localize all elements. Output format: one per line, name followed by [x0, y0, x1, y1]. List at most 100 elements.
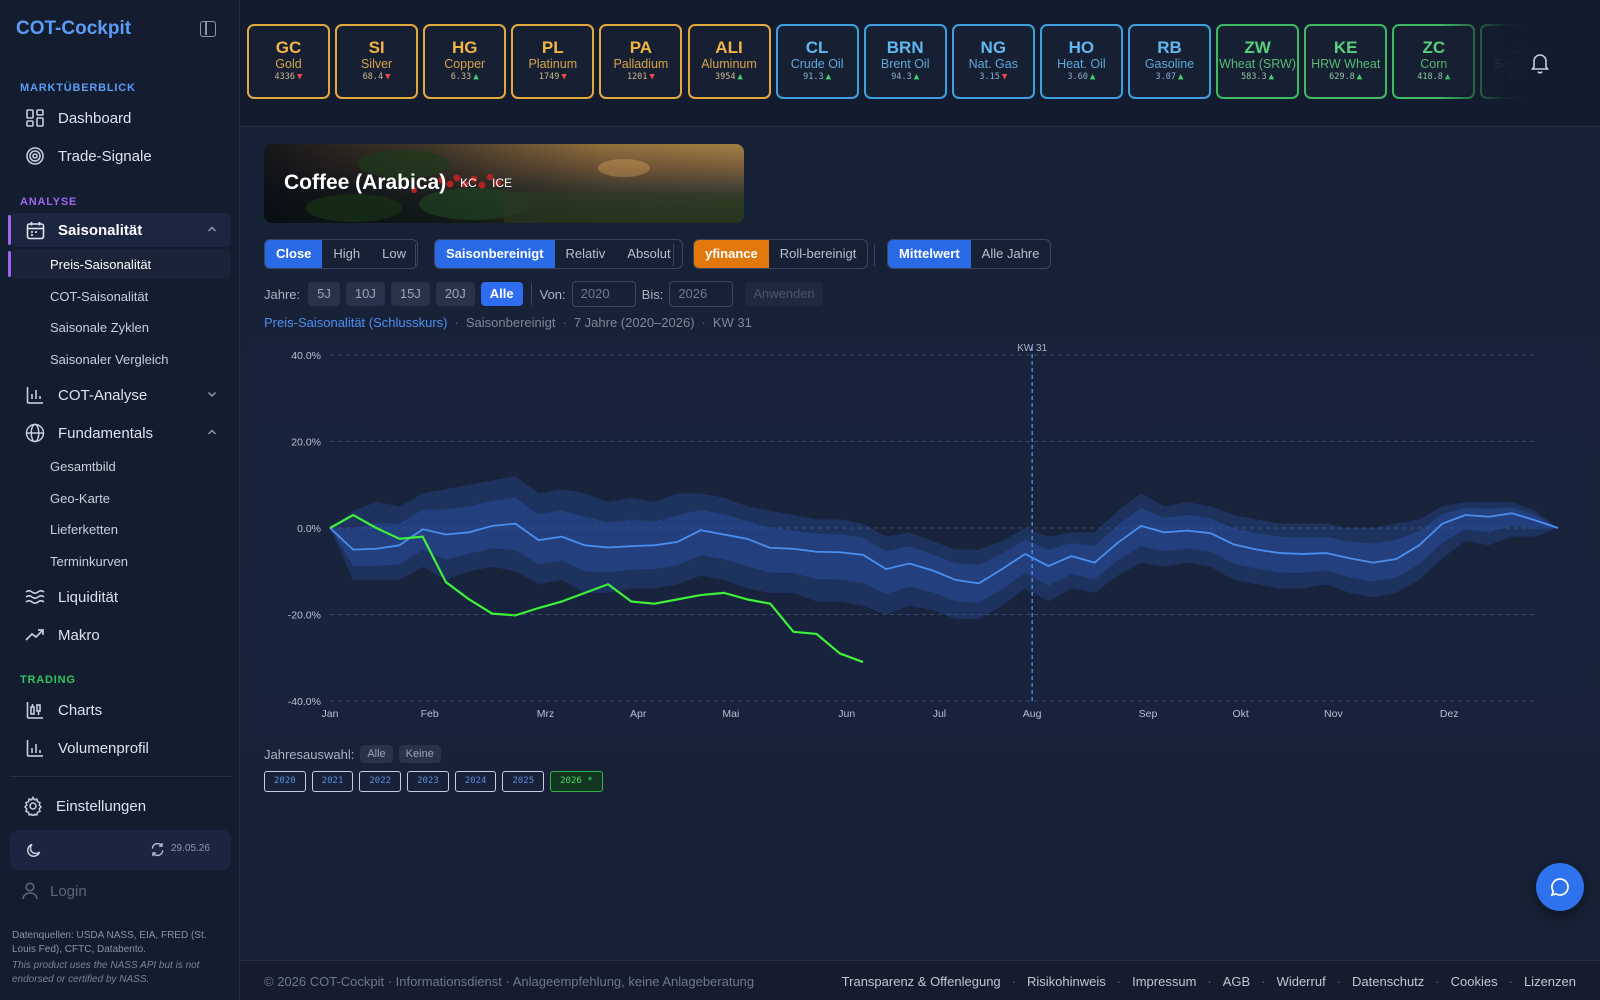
x-tick-label: Okt — [1233, 708, 1249, 720]
ticker-card-zw[interactable]: ZW Wheat (SRW) 583.3 ▲ — [1216, 24, 1300, 99]
price-type-toggle: Close High Low — [264, 239, 419, 269]
ticker-price: 3.15 ▼ — [979, 72, 1008, 82]
ticker-name: Copper — [444, 57, 486, 71]
sidebar-item-settings[interactable]: Einstellungen — [8, 789, 229, 823]
price-type-button-low[interactable]: Low — [371, 240, 417, 268]
arrow-down-icon: ▼ — [385, 72, 391, 82]
footer-link-lizenzen[interactable]: Lizenzen — [1524, 974, 1576, 989]
sidebar-subitem-geo-map[interactable]: Geo-Karte — [10, 483, 231, 513]
aggregation-button-alle-jahre[interactable]: Alle Jahre — [971, 240, 1051, 268]
source-button-yfinance[interactable]: yfinance — [694, 240, 769, 268]
sidebar-item-macro[interactable]: Makro — [10, 618, 231, 652]
footer-link-cookies[interactable]: Cookies — [1451, 974, 1498, 989]
ticker-card-ng[interactable]: NG Nat. Gas 3.15 ▼ — [951, 24, 1035, 99]
footer-link-widerruf[interactable]: Widerruf — [1277, 974, 1326, 989]
select-all-years-button[interactable]: Alle — [360, 745, 393, 763]
brand-logo[interactable]: COT-Cockpit — [16, 18, 131, 40]
sidebar-item-charts[interactable]: Charts — [10, 693, 231, 727]
year-toggle-2025[interactable]: 2025 — [502, 771, 545, 792]
select-no-years-button[interactable]: Keine — [398, 745, 441, 763]
year-chip-10j[interactable]: 10J — [345, 282, 385, 306]
ticker-card-pl[interactable]: PL Platinum 1749 ▼ — [511, 24, 595, 99]
year-toggle-2024[interactable]: 2024 — [454, 771, 497, 792]
sidebar-item-seasonality[interactable]: Saisonalität — [8, 213, 231, 247]
sidebar-item-dashboard[interactable]: Dashboard — [10, 101, 231, 135]
footer-link-transparenz-offenlegung[interactable]: Transparenz & Offenlegung — [842, 974, 1001, 989]
chat-button[interactable] — [1536, 863, 1584, 911]
ticker-card-brn[interactable]: BRN Brent Oil 94.3 ▲ — [863, 24, 947, 99]
ticker-card-ali[interactable]: ALI Aluminum 3954 ▲ — [687, 24, 771, 99]
trending-up-icon — [22, 622, 48, 648]
footer-link-datenschutz[interactable]: Datenschutz — [1352, 974, 1424, 989]
sidebar-item-signals[interactable]: Trade-Signale — [10, 139, 231, 173]
chat-bubble-icon — [1550, 878, 1569, 897]
ticker-symbol: SI — [368, 38, 385, 57]
from-year-input[interactable]: 2020 — [571, 281, 636, 307]
mode-button-saisonbereinigt[interactable]: Saisonbereinigt — [435, 240, 555, 268]
sidebar-subitem-seasonal-comparison[interactable]: Saisonaler Vergleich — [10, 344, 231, 374]
bar-chart-icon — [22, 382, 48, 408]
seasonality-chart[interactable]: 40.0% 20.0% 0.0% -20.0% -40.0%Jan Feb Mrz Apr Ma… — [248, 335, 1598, 740]
ticker-card-ke[interactable]: KE HRW Wheat 629.8 ▲ — [1304, 24, 1388, 99]
year-chip-5j[interactable]: 5J — [308, 282, 340, 306]
source-button-roll-bereinigt[interactable]: Roll-bereinigt — [769, 240, 868, 268]
ticker-card-pa[interactable]: PA Palladium 1201 ▼ — [599, 24, 683, 99]
sidebar-item-liquidity[interactable]: Liquidität — [10, 580, 231, 614]
ticker-card-cl[interactable]: CL Crude Oil 91.3 ▲ — [775, 24, 859, 99]
to-year-input[interactable]: 2026 — [669, 281, 734, 307]
ticker-card-si[interactable]: SI Silver 68.4 ▼ — [335, 24, 419, 99]
sidebar-item-cot-analysis[interactable]: COT-Analyse — [10, 378, 231, 412]
price-type-button-close[interactable]: Close — [265, 240, 323, 268]
year-chip-20j[interactable]: 20J — [435, 282, 475, 306]
sidebar-subitem-supply-chains[interactable]: Lieferketten — [10, 514, 231, 544]
year-chip-15j[interactable]: 15J — [390, 282, 430, 306]
price-type-button-high[interactable]: High — [322, 240, 371, 268]
login-label: Login — [50, 882, 87, 900]
sidebar-subitem-price-seasonality[interactable]: Preis-Saisonalität — [8, 249, 231, 279]
dashboard-icon — [22, 105, 48, 131]
arrow-up-icon: ▲ — [913, 72, 920, 82]
sidebar: COT-Cockpit MARKTÜBERBLICK Dashboard Tra… — [0, 0, 240, 1000]
ticker-card-hg[interactable]: HG Copper 6.33 ▲ — [423, 24, 507, 99]
footer: © 2026 COT-Cockpit · Informationsdienst … — [240, 960, 1600, 1000]
sidebar-subitem-futures-curves[interactable]: Terminkurven — [10, 546, 231, 576]
year-chip-alle[interactable]: Alle — [480, 282, 523, 306]
refresh-icon[interactable] — [150, 842, 165, 857]
ticker-card-gc[interactable]: GC Gold 4336 ▼ — [247, 24, 330, 99]
apply-button[interactable]: Anwenden — [745, 282, 823, 306]
sidebar-subitem-overview[interactable]: Gesamtbild — [10, 451, 231, 481]
year-toggle-2020[interactable]: 2020 — [264, 771, 306, 792]
moon-icon[interactable] — [26, 842, 42, 858]
year-toggle-current[interactable]: 2026 * — [550, 771, 603, 792]
ticker-card-rb[interactable]: RB Gasoline 3.07 ▲ — [1128, 24, 1211, 99]
footer-link-agb[interactable]: AGB — [1223, 974, 1250, 989]
sidebar-item-volume-profile[interactable]: Volumenprofil — [10, 731, 231, 765]
sidebar-item-fundamentals[interactable]: Fundamentals — [10, 416, 231, 450]
year-toggle-2021[interactable]: 2021 — [311, 771, 354, 792]
sidebar-collapse-icon[interactable] — [200, 21, 216, 37]
arrow-down-icon: ▼ — [561, 72, 567, 82]
toolbar-separator — [673, 244, 674, 266]
x-tick-label: Nov — [1324, 708, 1343, 720]
footer-link-risikohinweis[interactable]: Risikohinweis — [1027, 974, 1106, 989]
bell-icon[interactable] — [1530, 52, 1550, 74]
ticker-symbol: GC — [275, 38, 302, 57]
year-toggle-2023[interactable]: 2023 — [407, 771, 449, 792]
x-tick-label: Mrz — [537, 708, 555, 720]
ticker-name: Heat. Oil — [1057, 57, 1106, 71]
to-label: Bis: — [641, 286, 664, 302]
footer-link-impressum[interactable]: Impressum — [1132, 974, 1196, 989]
sidebar-subitem-seasonal-cycles[interactable]: Saisonale Zyklen — [10, 312, 231, 342]
ticker-symbol: ALI — [715, 38, 743, 57]
year-toggle-2022[interactable]: 2022 — [359, 771, 402, 792]
ticker-price: 68.4 ▼ — [362, 72, 391, 82]
aggregation-button-mittelwert[interactable]: Mittelwert — [888, 240, 971, 268]
sidebar-divider — [10, 776, 231, 777]
year-toggle-list: 2020 2021 2022 2023 2024 2025 2026 * — [264, 771, 609, 792]
x-tick-label: Jan — [322, 708, 339, 720]
ticker-card-ho[interactable]: HO Heat. Oil 3.60 ▲ — [1039, 24, 1123, 99]
mode-button-relativ[interactable]: Relativ — [555, 240, 617, 268]
sidebar-subitem-cot-seasonality[interactable]: COT-Saisonalität — [10, 281, 231, 311]
login-button[interactable]: Login — [10, 876, 87, 906]
mode-button-absolut[interactable]: Absolut — [616, 240, 681, 268]
